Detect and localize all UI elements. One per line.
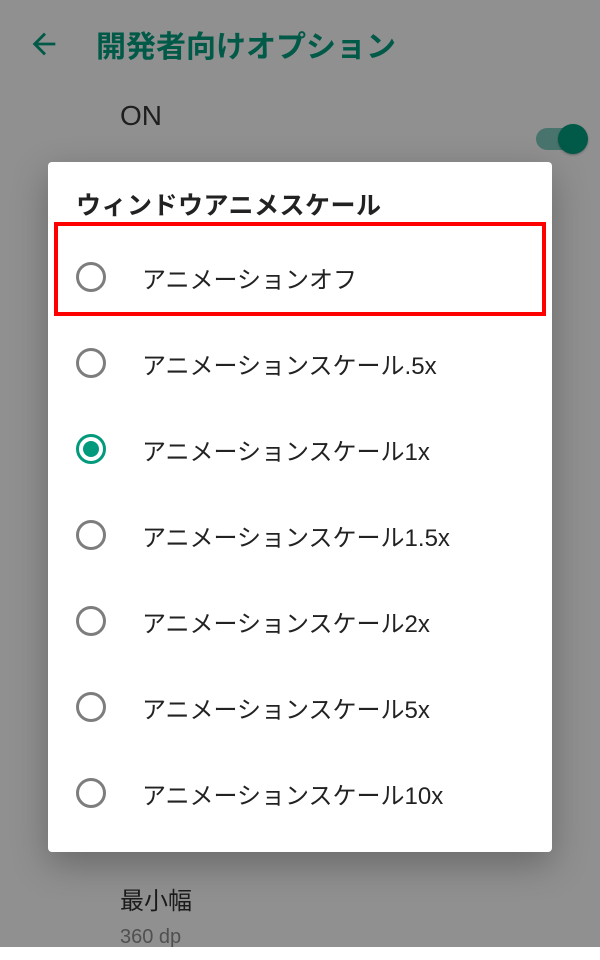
option-label: アニメーションスケール1x	[142, 432, 430, 467]
radio-icon	[76, 606, 106, 636]
option-3[interactable]: アニメーションスケール1.5x	[48, 492, 552, 578]
option-6[interactable]: アニメーションスケール10x	[48, 750, 552, 836]
radio-icon	[76, 520, 106, 550]
radio-icon	[76, 692, 106, 722]
option-label: アニメーションスケール2x	[142, 604, 430, 639]
option-label: アニメーションスケール1.5x	[142, 518, 450, 553]
radio-icon	[76, 778, 106, 808]
option-label: アニメーションスケール.5x	[142, 346, 437, 381]
options-list: アニメーションオフアニメーションスケール.5xアニメーションスケール1xアニメー…	[48, 234, 552, 836]
option-label: アニメーションスケール5x	[142, 690, 430, 725]
radio-icon	[76, 434, 106, 464]
radio-icon	[76, 348, 106, 378]
annotation-highlight	[54, 222, 546, 316]
option-1[interactable]: アニメーションスケール.5x	[48, 320, 552, 406]
option-5[interactable]: アニメーションスケール5x	[48, 664, 552, 750]
option-label: アニメーションスケール10x	[142, 776, 443, 811]
option-2[interactable]: アニメーションスケール1x	[48, 406, 552, 492]
option-4[interactable]: アニメーションスケール2x	[48, 578, 552, 664]
